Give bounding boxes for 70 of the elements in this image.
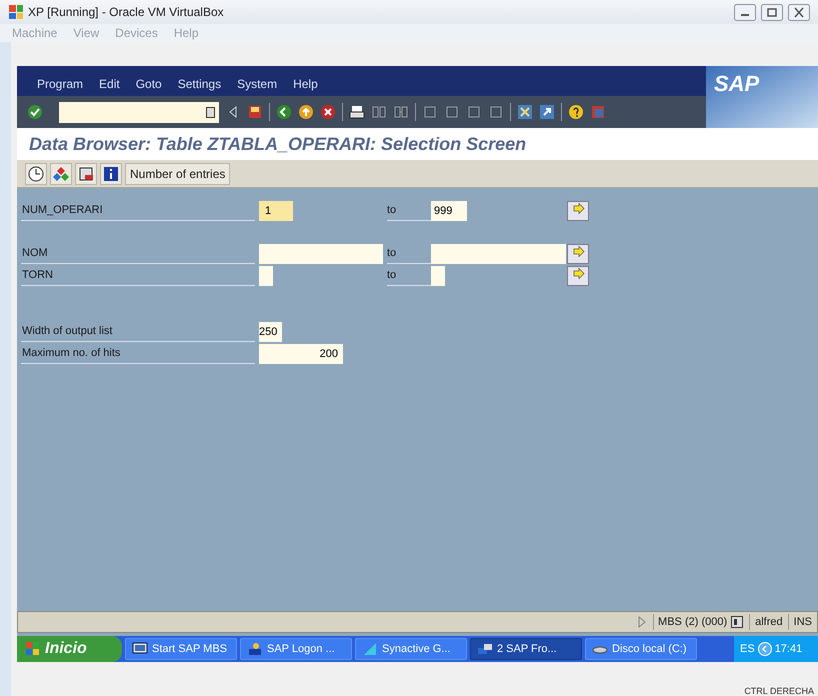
menu-item[interactable]: Help bbox=[293, 75, 318, 93]
field-label: NUM_OPERARI bbox=[21, 203, 103, 218]
new-session-icon[interactable] bbox=[517, 104, 533, 120]
to-label: to bbox=[387, 203, 396, 218]
multiple-selection-button[interactable] bbox=[567, 266, 589, 286]
enter-icon[interactable] bbox=[27, 104, 43, 120]
start-button[interactable]: Inicio bbox=[17, 636, 122, 662]
logon-icon bbox=[247, 641, 263, 657]
menu-item[interactable]: Program bbox=[37, 75, 84, 93]
menu-item[interactable]: Edit bbox=[99, 75, 120, 93]
command-field[interactable] bbox=[59, 102, 219, 122]
find-next-icon[interactable] bbox=[393, 104, 409, 120]
diamonds-icon bbox=[52, 164, 70, 182]
minimize-button[interactable] bbox=[734, 4, 756, 20]
computers-icon bbox=[477, 641, 493, 657]
variant-icon bbox=[77, 164, 95, 182]
low-value-field[interactable] bbox=[259, 244, 383, 264]
info-icon bbox=[102, 164, 120, 182]
window-title: XP [Running] - Oracle VM VirtualBox bbox=[28, 4, 224, 21]
save-icon[interactable] bbox=[247, 104, 263, 120]
field-label: Width of output list bbox=[21, 324, 112, 340]
taskbar-button[interactable]: 2 SAP Fro... bbox=[470, 638, 582, 660]
high-value-field[interactable] bbox=[431, 266, 445, 286]
clock: 17:41 bbox=[774, 642, 802, 657]
variant-button[interactable] bbox=[75, 162, 97, 184]
menu-item[interactable]: Settings bbox=[178, 75, 222, 93]
windows-flag-icon bbox=[25, 641, 41, 657]
low-value-field[interactable] bbox=[259, 266, 273, 286]
close-button[interactable] bbox=[788, 4, 810, 20]
taskbar-button[interactable]: SAP Logon ... bbox=[240, 638, 352, 660]
multiple-selection-button[interactable] bbox=[567, 201, 589, 221]
shortcut-icon[interactable] bbox=[539, 104, 555, 120]
info-button[interactable] bbox=[100, 162, 122, 184]
taskbar-button[interactable]: Synactive G... bbox=[355, 638, 467, 660]
input-mode: INS bbox=[788, 614, 817, 630]
clock-button[interactable] bbox=[25, 162, 47, 184]
field-label: Maximum no. of hits bbox=[21, 346, 120, 362]
multiple-selection-button[interactable] bbox=[567, 244, 589, 264]
maximize-button[interactable] bbox=[761, 4, 783, 20]
taskbar-button[interactable]: Start SAP MBS bbox=[125, 638, 237, 660]
to-label: to bbox=[387, 246, 396, 262]
user-name: alfred bbox=[749, 614, 788, 630]
to-label: to bbox=[387, 268, 396, 284]
host-key-label: CTRL DERECHA bbox=[744, 686, 814, 696]
field-label: NOM bbox=[21, 246, 48, 262]
window-logo-icon bbox=[8, 4, 24, 20]
high-value-field[interactable] bbox=[431, 244, 566, 264]
taskbar-button[interactable]: Disco local (C:) bbox=[585, 638, 697, 660]
find-icon[interactable] bbox=[371, 104, 387, 120]
parameter-field[interactable]: 200 bbox=[259, 344, 343, 364]
back-icon[interactable] bbox=[276, 104, 292, 120]
clock-icon bbox=[27, 164, 45, 182]
menu-item[interactable]: System bbox=[237, 75, 278, 93]
diamonds-button[interactable] bbox=[50, 162, 72, 184]
high-value-field[interactable]: 999 bbox=[431, 201, 467, 221]
help-icon[interactable] bbox=[568, 104, 584, 120]
menu-item[interactable]: Goto bbox=[136, 75, 162, 93]
parameter-field[interactable]: 250 bbox=[259, 322, 282, 342]
exit-icon[interactable] bbox=[298, 104, 314, 120]
session-icon[interactable] bbox=[731, 616, 744, 628]
screen-title: Data Browser: Table ZTABLA_OPERARI: Selection Screen bbox=[29, 132, 526, 156]
history-icon[interactable] bbox=[206, 106, 215, 118]
low-value-field[interactable]: 1 bbox=[259, 201, 293, 221]
cancel-icon[interactable] bbox=[320, 104, 336, 120]
chevron-icon[interactable] bbox=[758, 642, 772, 656]
logo-text: SAP bbox=[714, 70, 760, 98]
print-icon[interactable] bbox=[349, 104, 365, 120]
number-of-entries-button[interactable]: Number of entries bbox=[125, 162, 230, 184]
triangle-icon bbox=[362, 641, 378, 657]
field-label: TORN bbox=[21, 268, 53, 284]
